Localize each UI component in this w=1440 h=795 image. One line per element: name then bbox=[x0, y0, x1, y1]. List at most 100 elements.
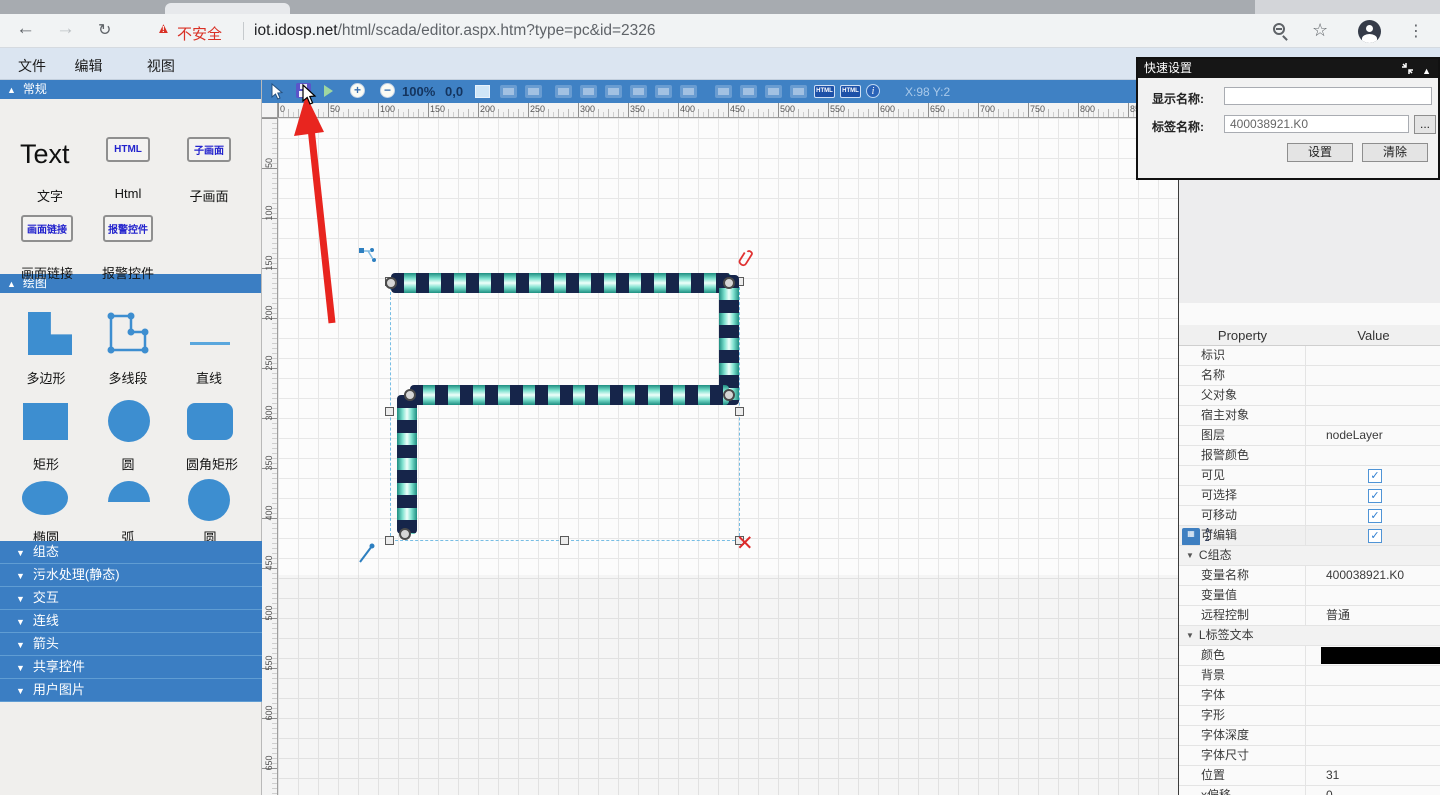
property-value[interactable]: ✓ bbox=[1306, 466, 1440, 485]
menu-edit[interactable]: 编辑 bbox=[74, 56, 102, 76]
canvas-settings-icon[interactable] bbox=[475, 85, 490, 98]
property-value[interactable]: 400038921.K0 bbox=[1306, 566, 1440, 585]
property-section-row[interactable]: ▼C组态 bbox=[1179, 546, 1440, 566]
sidebar-section-collapsed[interactable]: ▼箭头 bbox=[0, 633, 262, 656]
pipe-joint-5[interactable] bbox=[399, 528, 411, 540]
forward-icon[interactable]: → bbox=[56, 18, 75, 40]
sidebar-section-collapsed[interactable]: ▼用户图片 bbox=[0, 679, 262, 702]
property-row[interactable]: 变量名称400038921.K0 bbox=[1179, 566, 1440, 586]
zoom-in-icon[interactable]: + bbox=[350, 83, 365, 98]
property-value[interactable]: ✓ bbox=[1306, 526, 1440, 545]
pipe-segment-middle[interactable] bbox=[410, 385, 729, 405]
resize-handle-e[interactable] bbox=[735, 407, 744, 416]
property-row[interactable]: 字体 bbox=[1179, 686, 1440, 706]
align-left-icon[interactable] bbox=[555, 85, 572, 98]
property-row[interactable]: 可编辑✓ bbox=[1179, 526, 1440, 546]
display-name-input[interactable] bbox=[1224, 87, 1432, 105]
property-row[interactable]: 字体深度 bbox=[1179, 726, 1440, 746]
color-swatch[interactable] bbox=[1321, 647, 1440, 664]
property-value[interactable] bbox=[1306, 346, 1440, 365]
pipe-joint-3[interactable] bbox=[723, 389, 735, 401]
zoom-out-icon[interactable]: − bbox=[380, 83, 395, 98]
distribute-v-icon[interactable] bbox=[790, 85, 807, 98]
same-width-icon[interactable] bbox=[715, 85, 732, 98]
sidebar-section-collapsed[interactable]: ▼连线 bbox=[0, 610, 262, 633]
property-row[interactable]: 可选择✓ bbox=[1179, 486, 1440, 506]
property-value[interactable]: ✓ bbox=[1306, 486, 1440, 505]
pipe-segment-top[interactable] bbox=[391, 273, 731, 293]
property-section-row[interactable]: ▼L标签文本 bbox=[1179, 626, 1440, 646]
same-height-icon[interactable] bbox=[740, 85, 757, 98]
property-row[interactable]: 名称 bbox=[1179, 366, 1440, 386]
preview-icon[interactable] bbox=[324, 85, 333, 97]
dock-icon[interactable] bbox=[1401, 62, 1414, 75]
ungroup-icon[interactable] bbox=[525, 85, 542, 98]
property-value[interactable] bbox=[1306, 666, 1440, 685]
group-icon[interactable] bbox=[500, 85, 517, 98]
design-canvas[interactable]: ✕ bbox=[278, 118, 1178, 795]
property-value[interactable]: ✓ bbox=[1306, 506, 1440, 525]
browser-menu-icon[interactable]: ⋮ bbox=[1408, 21, 1424, 41]
security-warning-text[interactable]: 不安全 bbox=[177, 23, 222, 44]
property-row[interactable]: 父对象 bbox=[1179, 386, 1440, 406]
sidebar-section-collapsed[interactable]: ▼污水处理(静态) bbox=[0, 564, 262, 587]
property-value[interactable]: 普通 bbox=[1306, 606, 1440, 625]
property-row[interactable]: 报警颜色 bbox=[1179, 446, 1440, 466]
pipe-joint-1[interactable] bbox=[385, 277, 397, 289]
clear-button[interactable]: 清除 bbox=[1362, 143, 1428, 162]
address-bar[interactable]: iot.idosp.net/html/scada/editor.aspx.htm… bbox=[254, 22, 656, 40]
align-bottom-icon[interactable] bbox=[680, 85, 697, 98]
pipe-segment-left[interactable] bbox=[397, 395, 417, 534]
save-icon[interactable] bbox=[296, 83, 311, 98]
resize-handle-sw[interactable] bbox=[385, 536, 394, 545]
property-value[interactable] bbox=[1306, 726, 1440, 745]
zoom-page-icon[interactable] bbox=[1273, 23, 1285, 35]
menu-view[interactable]: 视图 bbox=[147, 56, 175, 76]
align-center-icon[interactable] bbox=[580, 85, 597, 98]
sidebar-section-collapsed[interactable]: ▼共享控件 bbox=[0, 656, 262, 679]
align-right-icon[interactable] bbox=[605, 85, 622, 98]
html-preview-icon[interactable]: HTML bbox=[840, 85, 861, 98]
delete-icon[interactable]: ✕ bbox=[736, 531, 754, 556]
property-value[interactable] bbox=[1306, 746, 1440, 765]
property-row[interactable]: 字体尺寸 bbox=[1179, 746, 1440, 766]
property-row[interactable]: 背景 bbox=[1179, 666, 1440, 686]
back-icon[interactable]: ← bbox=[16, 18, 35, 40]
sidebar-section-general[interactable]: ▲常规 bbox=[0, 80, 261, 99]
property-value[interactable] bbox=[1306, 646, 1440, 665]
browse-tags-button[interactable]: ... bbox=[1414, 115, 1436, 134]
property-value[interactable] bbox=[1306, 586, 1440, 605]
checkbox-checked[interactable]: ✓ bbox=[1368, 489, 1382, 503]
pipe-joint-2[interactable] bbox=[723, 277, 735, 289]
connect-node-icon[interactable] bbox=[358, 246, 378, 266]
property-row[interactable]: x偏移0 bbox=[1179, 786, 1440, 795]
property-value[interactable]: nodeLayer bbox=[1306, 426, 1440, 445]
property-row[interactable]: 可移动✓ bbox=[1179, 506, 1440, 526]
menu-file[interactable]: 文件 bbox=[18, 56, 46, 76]
distribute-h-icon[interactable] bbox=[765, 85, 782, 98]
property-row[interactable]: 位置31 bbox=[1179, 766, 1440, 786]
property-row[interactable]: 标识 bbox=[1179, 346, 1440, 366]
checkbox-checked[interactable]: ✓ bbox=[1368, 469, 1382, 483]
property-row[interactable]: 宿主对象 bbox=[1179, 406, 1440, 426]
profile-avatar[interactable] bbox=[1358, 20, 1381, 43]
html-export-icon[interactable]: HTML bbox=[814, 85, 835, 98]
set-button[interactable]: 设置 bbox=[1287, 143, 1353, 162]
resize-handle-s[interactable] bbox=[560, 536, 569, 545]
property-value[interactable]: 31 bbox=[1306, 766, 1440, 785]
pipe-joint-4[interactable] bbox=[404, 389, 416, 401]
align-middle-icon[interactable] bbox=[655, 85, 672, 98]
property-value[interactable] bbox=[1306, 446, 1440, 465]
line-endpoint-icon[interactable] bbox=[356, 542, 378, 566]
info-icon[interactable]: i bbox=[866, 84, 880, 98]
property-value[interactable] bbox=[1306, 706, 1440, 725]
tag-name-input[interactable]: 400038921.K0 bbox=[1224, 115, 1409, 133]
checkbox-checked[interactable]: ✓ bbox=[1368, 509, 1382, 523]
align-top-icon[interactable] bbox=[630, 85, 647, 98]
browser-tab[interactable] bbox=[165, 3, 290, 14]
pointer-tool-icon[interactable] bbox=[270, 83, 284, 100]
collapse-panel-icon[interactable]: ▲ bbox=[1422, 62, 1431, 80]
property-row[interactable]: 颜色 bbox=[1179, 646, 1440, 666]
property-row[interactable]: 可见✓ bbox=[1179, 466, 1440, 486]
property-row[interactable]: 远程控制普通 bbox=[1179, 606, 1440, 626]
